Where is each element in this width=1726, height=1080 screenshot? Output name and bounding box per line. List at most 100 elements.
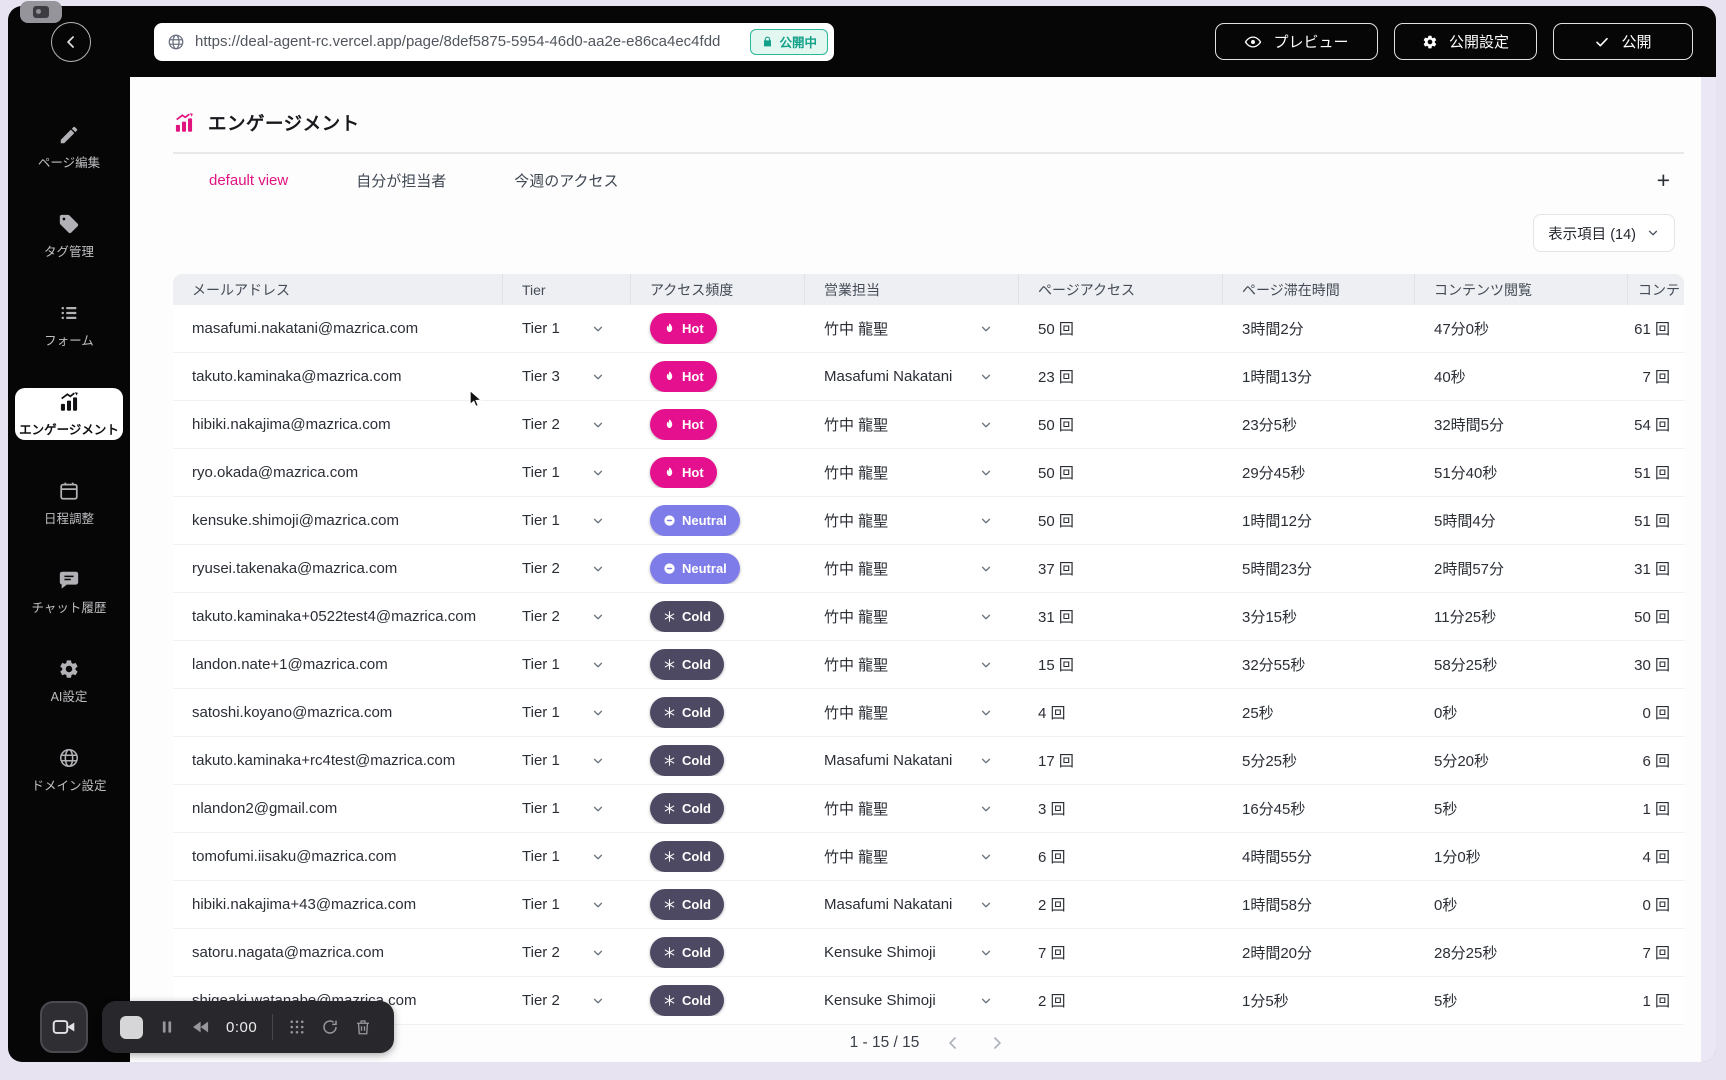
sales-rep-select[interactable]: 竹中 龍聖 bbox=[805, 510, 1019, 531]
column-header[interactable]: アクセス頻度 bbox=[631, 274, 805, 305]
column-header[interactable]: ページアクセス bbox=[1019, 274, 1223, 305]
sales-rep-select[interactable]: Masafumi Nakatani bbox=[805, 896, 1019, 913]
sales-rep-select[interactable]: 竹中 龍聖 bbox=[805, 654, 1019, 675]
table-row[interactable]: takuto.kaminaka+rc4test@mazrica.comTier … bbox=[173, 737, 1684, 785]
browser-tab-stub[interactable] bbox=[20, 1, 62, 23]
sales-rep-select[interactable]: 竹中 龍聖 bbox=[805, 318, 1019, 339]
page-access-cell: 4 回 bbox=[1019, 702, 1223, 723]
sales-rep-select[interactable]: 竹中 龍聖 bbox=[805, 846, 1019, 867]
table-row[interactable]: takuto.kaminaka@mazrica.comTier 3HotMasa… bbox=[173, 353, 1684, 401]
sales-rep-select[interactable]: 竹中 龍聖 bbox=[805, 798, 1019, 819]
sales-rep-select[interactable]: 竹中 龍聖 bbox=[805, 606, 1019, 627]
tier-select[interactable]: Tier 3 bbox=[503, 368, 631, 385]
table-row[interactable]: masafumi.nakatani@mazrica.comTier 1Hot竹中… bbox=[173, 305, 1684, 353]
sidebar-item-chat-history[interactable]: チャット履歴 bbox=[15, 566, 123, 618]
chevron-down-icon bbox=[591, 610, 605, 624]
blur-button[interactable] bbox=[288, 1018, 306, 1036]
sales-rep-value: 竹中 龍聖 bbox=[824, 462, 888, 483]
sidebar-item-form[interactable]: フォーム bbox=[15, 299, 123, 351]
tier-select[interactable]: Tier 1 bbox=[503, 896, 631, 913]
table-row[interactable]: tomofumi.iisaku@mazrica.comTier 1Cold竹中 … bbox=[173, 833, 1684, 881]
tier-select[interactable]: Tier 1 bbox=[503, 512, 631, 529]
chevron-down-icon bbox=[591, 322, 605, 336]
frequency-label: Cold bbox=[682, 609, 711, 624]
sidebar-item-page-edit[interactable]: ページ編集 bbox=[15, 121, 123, 173]
delete-recording-button[interactable] bbox=[354, 1018, 372, 1036]
prev-page-button[interactable] bbox=[943, 1033, 963, 1053]
column-header[interactable]: ページ滞在時間 bbox=[1223, 274, 1415, 305]
sidebar-item-ai-settings[interactable]: AI設定 bbox=[15, 655, 123, 707]
sales-rep-value: 竹中 龍聖 bbox=[824, 846, 888, 867]
frequency-label: Cold bbox=[682, 945, 711, 960]
column-header[interactable]: メールアドレス bbox=[173, 274, 503, 305]
sales-rep-select[interactable]: 竹中 龍聖 bbox=[805, 462, 1019, 483]
sales-rep-select[interactable]: 竹中 龍聖 bbox=[805, 414, 1019, 435]
frequency-label: Cold bbox=[682, 993, 711, 1008]
column-header[interactable]: Tier bbox=[503, 274, 631, 305]
sales-rep-select[interactable]: Kensuke Shimoji bbox=[805, 992, 1019, 1009]
tab-my-accounts[interactable]: 自分が担当者 bbox=[356, 170, 446, 191]
frequency-badge: Cold bbox=[650, 745, 724, 776]
preview-button[interactable]: プレビュー bbox=[1215, 23, 1378, 60]
sales-rep-select[interactable]: Kensuke Shimoji bbox=[805, 944, 1019, 961]
column-header[interactable]: コンテンツ閲覧 bbox=[1415, 274, 1628, 305]
rewind-button[interactable] bbox=[191, 1017, 211, 1037]
camera-button[interactable] bbox=[40, 1001, 88, 1053]
columns-dropdown[interactable]: 表示項目 (14) bbox=[1533, 214, 1675, 252]
tier-select[interactable]: Tier 2 bbox=[503, 560, 631, 577]
pause-button[interactable] bbox=[158, 1018, 176, 1036]
stop-record-button[interactable] bbox=[120, 1016, 143, 1039]
back-button[interactable] bbox=[51, 22, 91, 62]
tier-select[interactable]: Tier 2 bbox=[503, 944, 631, 961]
scrollbar[interactable] bbox=[1701, 77, 1716, 1062]
table-row[interactable]: landon.nate+1@mazrica.comTier 1Cold竹中 龍聖… bbox=[173, 641, 1684, 689]
tier-select[interactable]: Tier 1 bbox=[503, 704, 631, 721]
sales-rep-select[interactable]: 竹中 龍聖 bbox=[805, 558, 1019, 579]
sidebar-item-label: タグ管理 bbox=[44, 241, 94, 260]
column-header[interactable]: コンテ bbox=[1628, 274, 1684, 305]
sidebar-item-tag-management[interactable]: タグ管理 bbox=[15, 210, 123, 262]
content-count-cell: 4 回 bbox=[1628, 846, 1684, 867]
table-row[interactable]: kensuke.shimoji@mazrica.comTier 1Neutral… bbox=[173, 497, 1684, 545]
tier-select[interactable]: Tier 1 bbox=[503, 656, 631, 673]
table-body: masafumi.nakatani@mazrica.comTier 1Hot竹中… bbox=[173, 305, 1684, 1025]
sidebar-item-schedule[interactable]: 日程調整 bbox=[15, 477, 123, 529]
publish-settings-button[interactable]: 公開設定 bbox=[1394, 23, 1537, 60]
content-view-cell: 47分0秒 bbox=[1415, 318, 1628, 339]
table-row[interactable]: nlandon2@gmail.comTier 1Cold竹中 龍聖3 回16分4… bbox=[173, 785, 1684, 833]
tier-select[interactable]: Tier 1 bbox=[503, 800, 631, 817]
tier-value: Tier 3 bbox=[522, 368, 560, 385]
table-row[interactable]: hibiki.nakajima+43@mazrica.comTier 1Cold… bbox=[173, 881, 1684, 929]
sales-rep-select[interactable]: 竹中 龍聖 bbox=[805, 702, 1019, 723]
sidebar-item-engagement[interactable]: エンゲージメント bbox=[15, 388, 123, 440]
restart-button[interactable] bbox=[321, 1018, 339, 1036]
tier-select[interactable]: Tier 2 bbox=[503, 992, 631, 1009]
table-row[interactable]: satoru.nagata@mazrica.comTier 2ColdKensu… bbox=[173, 929, 1684, 977]
tab-default-view[interactable]: default view bbox=[209, 172, 288, 189]
table-row[interactable]: takuto.kaminaka+0522test4@mazrica.comTie… bbox=[173, 593, 1684, 641]
publish-button[interactable]: 公開 bbox=[1553, 23, 1693, 60]
tier-select[interactable]: Tier 2 bbox=[503, 608, 631, 625]
pagination-label: 1 - 15 / 15 bbox=[850, 1034, 920, 1052]
table-row[interactable]: ryo.okada@mazrica.comTier 1Hot竹中 龍聖50 回2… bbox=[173, 449, 1684, 497]
url-bar[interactable]: https://deal-agent-rc.vercel.app/page/8d… bbox=[154, 23, 834, 61]
tier-select[interactable]: Tier 1 bbox=[503, 848, 631, 865]
table-row[interactable]: satoshi.koyano@mazrica.comTier 1Cold竹中 龍… bbox=[173, 689, 1684, 737]
tier-select[interactable]: Tier 1 bbox=[503, 752, 631, 769]
tier-select[interactable]: Tier 1 bbox=[503, 320, 631, 337]
tab-weekly-access[interactable]: 今週のアクセス bbox=[514, 170, 618, 191]
sidebar-item-domain-settings[interactable]: ドメイン設定 bbox=[15, 744, 123, 796]
content-count-cell: 30 回 bbox=[1628, 654, 1684, 675]
table-row[interactable]: ryusei.takenaka@mazrica.comTier 2Neutral… bbox=[173, 545, 1684, 593]
add-view-button[interactable]: + bbox=[1657, 169, 1670, 192]
table-row[interactable]: shigeaki.watanabe@mazrica.comTier 2ColdK… bbox=[173, 977, 1684, 1025]
next-page-button[interactable] bbox=[987, 1033, 1007, 1053]
tier-select[interactable]: Tier 1 bbox=[503, 464, 631, 481]
list-icon bbox=[58, 302, 80, 324]
sales-rep-select[interactable]: Masafumi Nakatani bbox=[805, 368, 1019, 385]
frequency-label: Neutral bbox=[682, 561, 727, 576]
tier-select[interactable]: Tier 2 bbox=[503, 416, 631, 433]
table-row[interactable]: hibiki.nakajima@mazrica.comTier 2Hot竹中 龍… bbox=[173, 401, 1684, 449]
sales-rep-select[interactable]: Masafumi Nakatani bbox=[805, 752, 1019, 769]
column-header[interactable]: 営業担当 bbox=[805, 274, 1019, 305]
